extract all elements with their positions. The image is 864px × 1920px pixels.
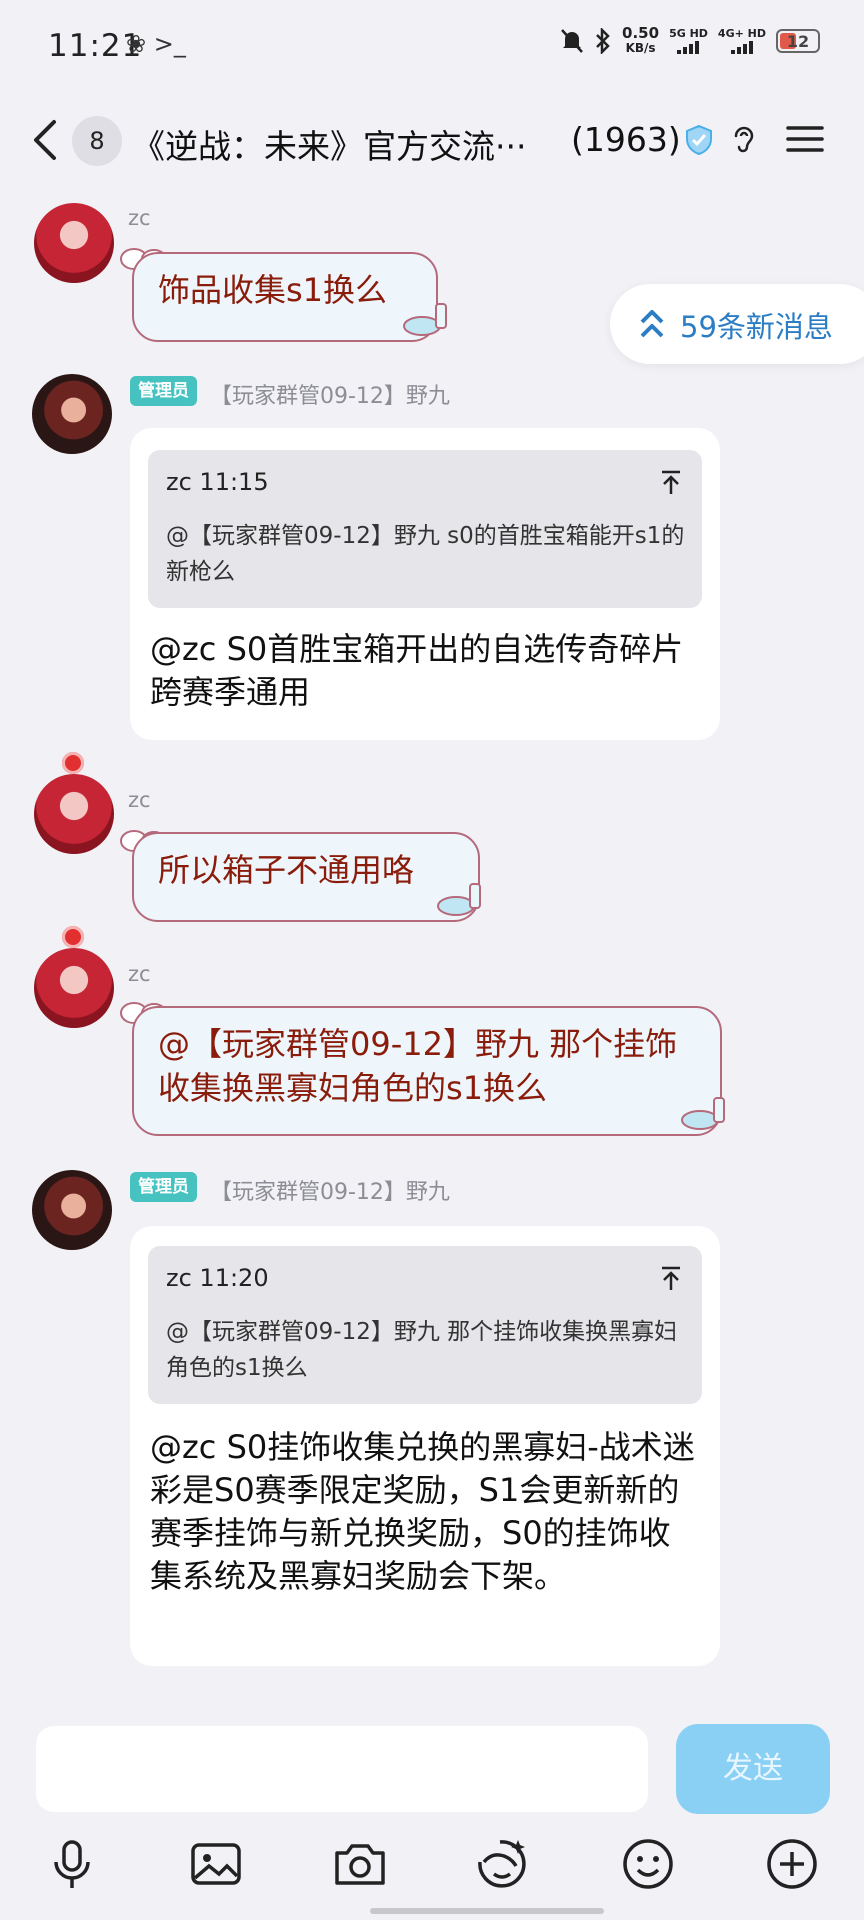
camera-icon[interactable]	[332, 1836, 388, 1892]
message-text: @zc S0挂饰收集兑换的黑寡妇-战术迷彩是S0赛季限定奖励，S1会更新新的赛季…	[150, 1428, 695, 1595]
quote-header: zc 11:15	[166, 468, 269, 496]
new-messages-pill[interactable]: 59条新消息	[610, 284, 864, 364]
plus-icon[interactable]	[764, 1836, 820, 1892]
net-speed-unit: KB/s	[625, 41, 656, 55]
send-button[interactable]: 发送	[676, 1724, 830, 1814]
signal-bars-icon	[669, 40, 708, 54]
sim2-signal: 4G+ HD	[718, 28, 766, 54]
admin-role-badge: 管理员	[130, 376, 197, 406]
chat-header: 8 《逆战：未来》官方交流··· (1963)	[0, 100, 864, 180]
sender-name: 【玩家群管09-12】野九	[210, 384, 450, 409]
avatar[interactable]	[34, 203, 114, 283]
image-icon[interactable]	[188, 1836, 244, 1892]
message-bubble[interactable]: @【玩家群管09-12】野九 那个挂饰收集换黑寡妇角色的s1换么	[132, 1006, 722, 1136]
sender-name: zc	[128, 788, 151, 812]
flower-decoration-icon	[62, 926, 84, 948]
sender-name: 【玩家群管09-12】野九	[210, 1180, 450, 1205]
member-count: (1963)	[571, 120, 681, 159]
sender-name: zc	[128, 962, 151, 986]
avatar[interactable]	[34, 774, 114, 854]
message-text: 饰品收集s1换么	[158, 271, 388, 309]
status-indicators: 0.50 KB/s 5G HD 4G+ HD 12	[560, 26, 820, 56]
listen-ear-icon[interactable]	[730, 124, 756, 156]
back-arrow-icon[interactable]	[30, 118, 62, 162]
message-bubble[interactable]: zc 11:20 @【玩家群管09-12】野九 那个挂饰收集换黑寡妇角色的s1换…	[130, 1226, 720, 1666]
new-messages-label: 59条新消息	[680, 310, 833, 344]
status-bar: 11:21 ❀ >_ 0.50 KB/s 5G HD 4G+ HD 12	[0, 0, 864, 92]
message-bubble[interactable]: 饰品收集s1换么	[132, 252, 438, 342]
home-indicator[interactable]	[370, 1908, 604, 1914]
avatar[interactable]	[34, 948, 114, 1028]
sender-name: zc	[128, 206, 151, 230]
quote-body: @【玩家群管09-12】野九 那个挂饰收集换黑寡妇角色的s1换么	[166, 1319, 678, 1381]
basin-decoration-icon	[403, 303, 447, 336]
signal-bars-icon	[718, 40, 766, 54]
net-speed-value: 0.50	[622, 24, 660, 42]
basin-decoration-icon	[437, 883, 481, 916]
message-bubble[interactable]: zc 11:15 @【玩家群管09-12】野九 s0的首胜宝箱能开s1的新枪么 …	[130, 428, 720, 740]
microphone-icon[interactable]	[44, 1836, 100, 1892]
message-text: 所以箱子不通用咯	[158, 851, 415, 889]
mute-bell-icon	[561, 29, 583, 53]
jump-to-original-icon[interactable]	[660, 1266, 682, 1292]
group-title[interactable]: 《逆战：未来》官方交流···	[132, 120, 526, 168]
bluetooth-icon	[596, 28, 610, 54]
status-app-icons: ❀ >_	[126, 30, 186, 58]
message-text: @【玩家群管09-12】野九 那个挂饰收集换黑寡妇角色的s1换么	[158, 1025, 678, 1107]
jump-to-original-icon[interactable]	[660, 470, 682, 496]
sim1-label: 5G HD	[669, 27, 708, 40]
admin-role-badge: 管理员	[130, 1172, 197, 1202]
sim1-signal: 5G HD	[669, 28, 708, 54]
quoted-message[interactable]: zc 11:15 @【玩家群管09-12】野九 s0的首胜宝箱能开s1的新枪么	[148, 450, 702, 608]
unread-count-badge[interactable]: 8	[72, 116, 122, 166]
net-speed: 0.50 KB/s	[622, 26, 659, 56]
basin-decoration-icon	[681, 1097, 725, 1130]
message-bubble[interactable]: 所以箱子不通用咯	[132, 832, 480, 922]
avatar[interactable]	[32, 374, 112, 454]
quote-header: zc 11:20	[166, 1264, 269, 1292]
sticker-icon[interactable]	[474, 1836, 530, 1892]
quote-body: @【玩家群管09-12】野九 s0的首胜宝箱能开s1的新枪么	[166, 523, 685, 585]
avatar[interactable]	[32, 1170, 112, 1250]
battery-icon: 12	[776, 29, 820, 53]
message-text: @zc S0首胜宝箱开出的自选传奇碎片跨赛季通用	[150, 630, 684, 711]
emoji-icon[interactable]	[620, 1836, 676, 1892]
input-area: 发送	[0, 1700, 864, 1920]
quoted-message[interactable]: zc 11:20 @【玩家群管09-12】野九 那个挂饰收集换黑寡妇角色的s1换…	[148, 1246, 702, 1404]
verified-shield-icon	[686, 124, 712, 156]
message-input[interactable]	[36, 1726, 648, 1812]
double-chevron-up-icon	[640, 310, 664, 338]
battery-level: 12	[786, 31, 810, 51]
flower-decoration-icon	[62, 752, 84, 774]
menu-icon[interactable]	[786, 124, 824, 154]
sim2-label: 4G+ HD	[717, 27, 766, 40]
